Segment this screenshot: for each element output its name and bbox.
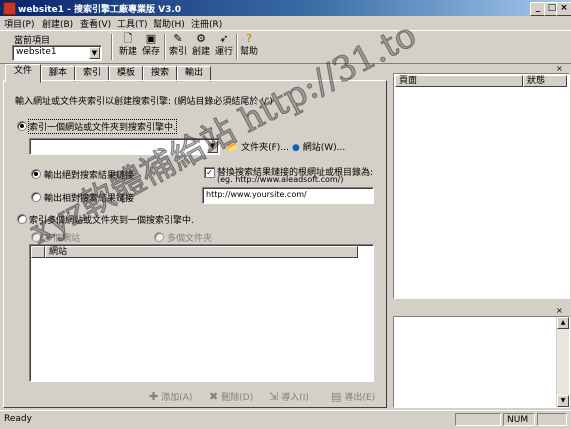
log-panel[interactable]: ▲ ▼	[393, 316, 570, 408]
export-button[interactable]: ▤ 導出(E)	[331, 390, 375, 403]
radio-multi-sites-label[interactable]: 索引多個網站或文件夾到一個搜索引擎中.	[29, 213, 194, 226]
window-title: website1 - 搜索引擎工廠專業版 V3.0	[18, 5, 182, 15]
status-bar: Ready NUM	[0, 410, 571, 429]
index-button[interactable]: ✎ 索引	[167, 33, 189, 61]
radio-absolute-links-label[interactable]: 輸出絕對搜索結果鏈接	[44, 168, 134, 181]
menu-create[interactable]: 創建(B)	[42, 17, 73, 30]
menu-register[interactable]: 注冊(R)	[191, 17, 222, 30]
replace-root-example: (eg. http://www.aleadsoft.com/)	[217, 175, 344, 184]
radio-multi-sites[interactable]	[17, 214, 27, 224]
menu-project[interactable]: 項目(P)	[4, 17, 34, 30]
close-icon[interactable]: ×	[556, 64, 563, 73]
menu-tools[interactable]: 工具(T)	[117, 17, 148, 30]
radio-single-site-label[interactable]: 索引一個網站或文件夾到搜索引擎中.	[28, 119, 177, 134]
status-pane-empty	[455, 413, 501, 426]
create-icon: ⚙	[196, 32, 206, 45]
replace-root-value: http://www.yoursite.com/	[206, 190, 307, 199]
folder-button-label: 文件夾(F)...	[241, 143, 289, 153]
radio-absolute-links[interactable]	[31, 169, 41, 179]
toolbar-separator	[111, 34, 113, 60]
export-icon: ▤	[331, 390, 342, 403]
sites-list[interactable]: 網站	[29, 244, 374, 382]
close-icon[interactable]: ×	[556, 306, 563, 315]
new-file-icon: 🗋	[123, 32, 133, 45]
help-button[interactable]: ? 幫助	[238, 33, 260, 61]
replace-root-checkbox[interactable]: ✓	[204, 167, 215, 178]
import-icon: ⇲	[269, 390, 279, 403]
website-button[interactable]: ● 網站(W)...	[292, 140, 345, 153]
scroll-down-icon[interactable]: ▼	[557, 395, 569, 407]
status-pane-scroll	[537, 413, 567, 426]
column-status[interactable]: 狀態	[523, 75, 567, 87]
toolbar: 當前項目 website1 ▼ 🗋 新建 ▣ 保存 ✎ 索引 ⚙ 創建 ➶ 運行…	[0, 30, 571, 64]
list-header-spacer	[31, 246, 45, 258]
menu-bar: 項目(P) 創建(B) 查看(V) 工具(T) 幫助(H) 注冊(R)	[0, 16, 571, 30]
project-select[interactable]: website1 ▼	[12, 45, 102, 61]
plus-icon: ✚	[149, 390, 159, 403]
delete-button[interactable]: ✖ 刪除(D)	[209, 390, 253, 403]
results-list[interactable]: 頁面 狀態	[393, 73, 570, 299]
import-button[interactable]: ⇲ 導入(I)	[269, 390, 309, 403]
folder-icon: 📂	[227, 143, 239, 153]
column-page[interactable]: 頁面	[395, 75, 523, 87]
project-select-value: website1	[16, 47, 57, 57]
close-button[interactable]: ×	[556, 2, 571, 16]
app-icon	[3, 2, 16, 15]
folder-button[interactable]: 📂 文件夾(F)...	[227, 140, 289, 153]
new-button[interactable]: 🗋 新建	[117, 33, 139, 61]
save-button[interactable]: ▣ 保存	[140, 33, 162, 61]
log-scrollbar[interactable]: ▲ ▼	[556, 317, 569, 407]
add-button-label: 添加(A)	[161, 393, 193, 403]
url-input[interactable]: ▼	[29, 138, 220, 155]
chevron-down-icon[interactable]: ▼	[89, 47, 100, 59]
help-icon: ?	[246, 32, 252, 45]
globe-icon: ●	[292, 143, 300, 153]
chevron-down-icon[interactable]: ▼	[207, 140, 218, 153]
delete-button-label: 刪除(D)	[221, 393, 254, 403]
index-icon: ✎	[173, 32, 183, 45]
radio-multi-folders[interactable]	[154, 232, 164, 242]
menu-view[interactable]: 查看(V)	[80, 17, 111, 30]
status-num: NUM	[503, 413, 535, 426]
radio-multi-websites-label[interactable]: 多個網站	[44, 231, 80, 244]
radio-multi-folders-label[interactable]: 多個文件夾	[167, 231, 212, 244]
website-button-label: 網站(W)...	[302, 143, 346, 153]
radio-relative-links-label[interactable]: 輸出相對搜索結果鏈接	[44, 191, 134, 204]
toolbar-separator	[164, 34, 166, 60]
delete-icon: ✖	[209, 390, 219, 403]
radio-multi-websites[interactable]	[31, 232, 41, 242]
status-text: Ready	[4, 414, 32, 424]
instruction-text: 輸入網址或文件夾索引以創建搜索引擎: (網站目錄必須結尾於 '/')	[15, 97, 273, 107]
run-button[interactable]: ➶ 運行	[213, 33, 235, 61]
scroll-up-icon[interactable]: ▲	[557, 317, 569, 329]
import-button-label: 導入(I)	[281, 393, 309, 403]
tab-panel-files: 輸入網址或文件夾索引以創建搜索引擎: (網站目錄必須結尾於 '/') 索引一個網…	[3, 80, 387, 408]
left-panel: 文件 腳本 索引 模板 搜索 輸出 輸入網址或文件夾索引以創建搜索引擎: (網站…	[3, 64, 387, 408]
radio-relative-links[interactable]	[31, 192, 41, 202]
title-bar: website1 - 搜索引擎工廠專業版 V3.0 _ □ ×	[0, 0, 571, 16]
save-icon: ▣	[145, 32, 157, 45]
create-button[interactable]: ⚙ 創建	[190, 33, 212, 61]
list-header-site[interactable]: 網站	[45, 246, 358, 258]
export-button-label: 導出(E)	[344, 393, 376, 403]
replace-root-input[interactable]: http://www.yoursite.com/	[202, 187, 374, 204]
add-button[interactable]: ✚ 添加(A)	[149, 390, 192, 403]
menu-help[interactable]: 幫助(H)	[153, 17, 185, 30]
run-icon: ➶	[219, 32, 229, 45]
tab-files[interactable]: 文件	[5, 64, 41, 83]
radio-single-site[interactable]	[17, 121, 27, 131]
